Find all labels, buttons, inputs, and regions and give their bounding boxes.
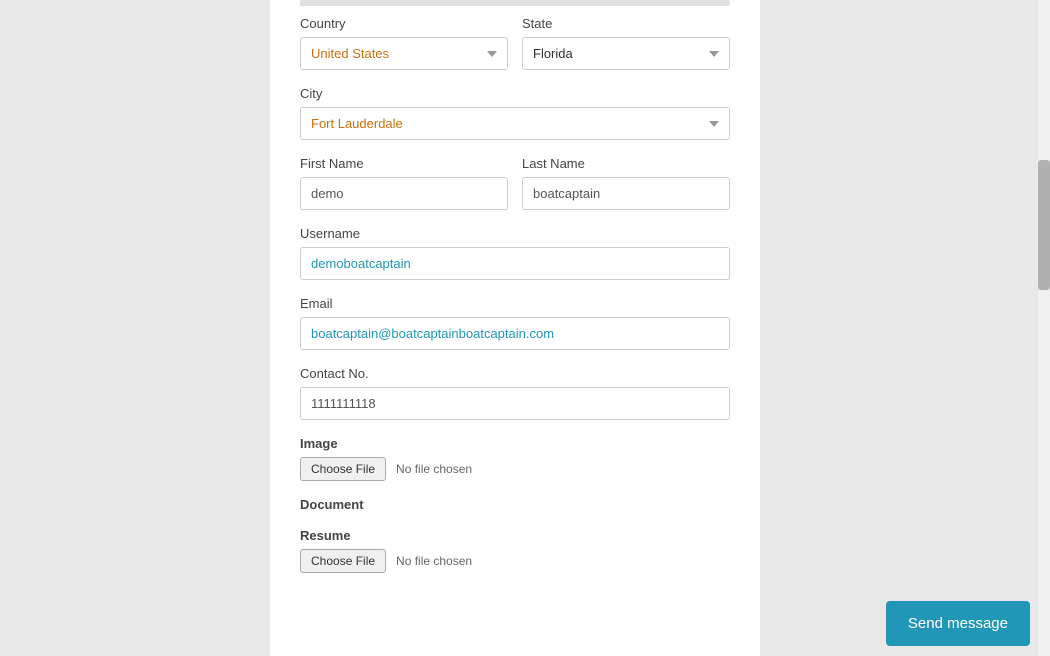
contact-field-group: Contact No. bbox=[300, 366, 730, 420]
city-select[interactable]: Fort Lauderdale bbox=[300, 107, 730, 140]
image-upload-row: Choose File No file chosen bbox=[300, 457, 730, 481]
last-name-label: Last Name bbox=[522, 156, 730, 171]
city-field-group: City Fort Lauderdale bbox=[300, 86, 730, 140]
country-select[interactable]: United States bbox=[300, 37, 508, 70]
resume-label: Resume bbox=[300, 528, 730, 543]
left-panel bbox=[0, 0, 270, 656]
image-no-file-text: No file chosen bbox=[396, 462, 472, 476]
form-top-bar bbox=[300, 0, 730, 6]
scrollbar-thumb[interactable] bbox=[1038, 160, 1050, 290]
state-label: State bbox=[522, 16, 730, 31]
resume-field-group: Resume Choose File No file chosen bbox=[300, 528, 730, 573]
resume-upload-row: Choose File No file chosen bbox=[300, 549, 730, 573]
resume-no-file-text: No file chosen bbox=[396, 554, 472, 568]
country-label: Country bbox=[300, 16, 508, 31]
scrollbar-track bbox=[1038, 0, 1050, 656]
contact-input[interactable] bbox=[300, 387, 730, 420]
state-field-group: State Florida bbox=[522, 16, 730, 70]
first-name-label: First Name bbox=[300, 156, 508, 171]
email-label: Email bbox=[300, 296, 730, 311]
email-input[interactable] bbox=[300, 317, 730, 350]
email-field-group: Email bbox=[300, 296, 730, 350]
main-content: Country United States State Florida City… bbox=[270, 0, 760, 656]
city-label: City bbox=[300, 86, 730, 101]
username-label: Username bbox=[300, 226, 730, 241]
contact-label: Contact No. bbox=[300, 366, 730, 381]
right-panel: Send message bbox=[760, 0, 1050, 656]
first-name-input[interactable] bbox=[300, 177, 508, 210]
document-field-group: Document bbox=[300, 497, 730, 512]
send-message-button[interactable]: Send message bbox=[886, 601, 1030, 646]
state-select[interactable]: Florida bbox=[522, 37, 730, 70]
first-name-field-group: First Name bbox=[300, 156, 508, 210]
last-name-input[interactable] bbox=[522, 177, 730, 210]
image-label: Image bbox=[300, 436, 730, 451]
document-label: Document bbox=[300, 497, 730, 512]
last-name-field-group: Last Name bbox=[522, 156, 730, 210]
username-field-group: Username bbox=[300, 226, 730, 280]
image-field-group: Image Choose File No file chosen bbox=[300, 436, 730, 481]
username-input[interactable] bbox=[300, 247, 730, 280]
image-choose-file-button[interactable]: Choose File bbox=[300, 457, 386, 481]
resume-choose-file-button[interactable]: Choose File bbox=[300, 549, 386, 573]
country-field-group: Country United States bbox=[300, 16, 508, 70]
